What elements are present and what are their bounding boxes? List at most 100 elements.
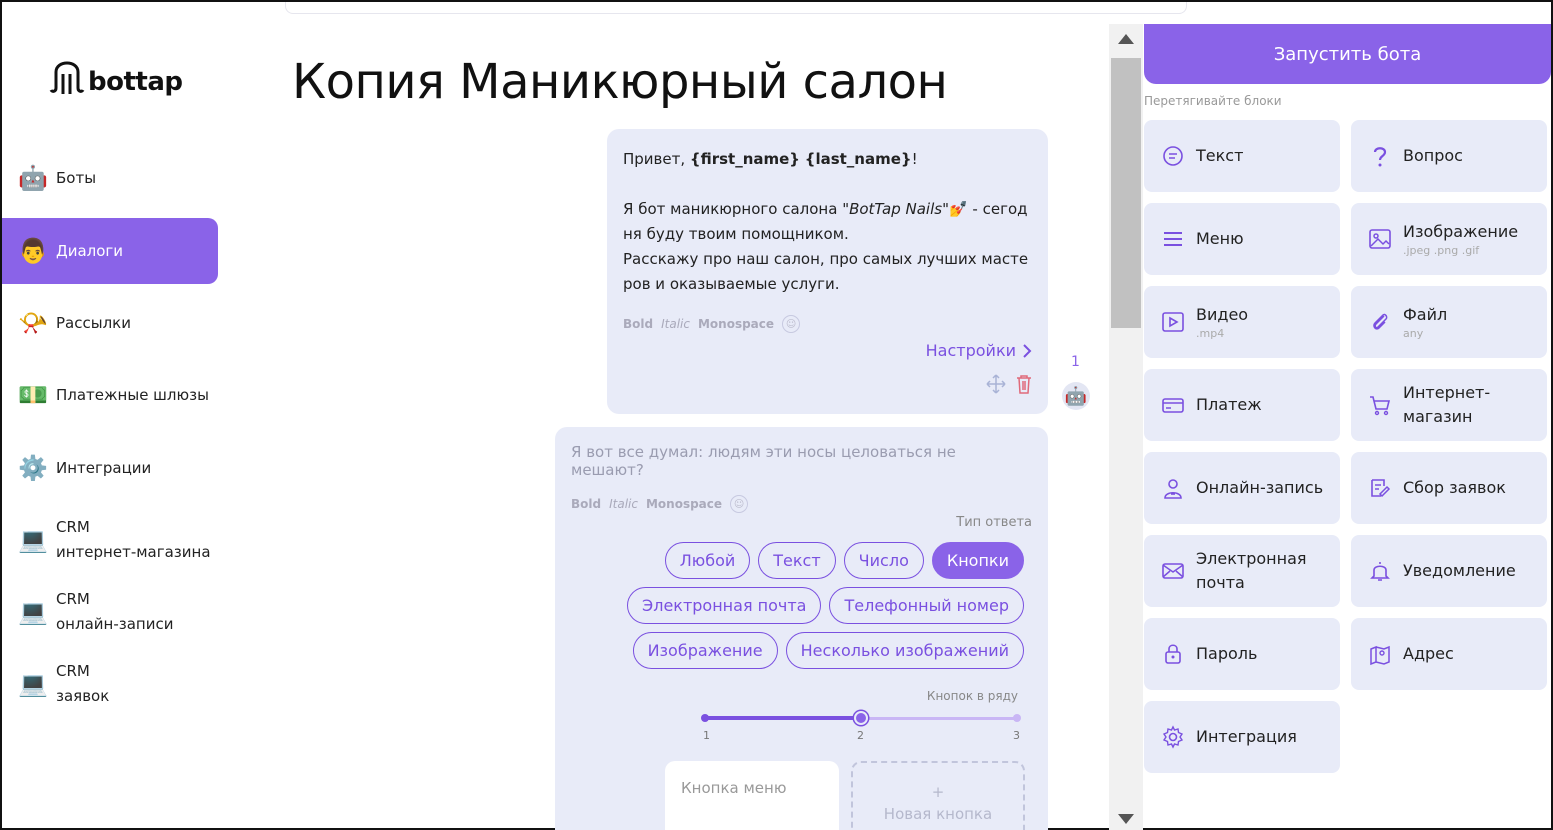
scroll-thumb[interactable] — [1111, 58, 1141, 328]
emoji-picker-icon[interactable]: ☺ — [782, 315, 801, 333]
chat-icon — [1160, 143, 1186, 169]
vertical-scrollbar[interactable] — [1109, 24, 1143, 830]
sidebar-item-integrations[interactable]: ⚙️ Интеграции — [2, 452, 218, 484]
block-requests[interactable]: Сбор заявок — [1351, 452, 1547, 524]
chip-buttons[interactable]: Кнопки — [931, 542, 1024, 579]
sidebar-item-crm-booking[interactable]: 💻 CRM онлайн-записи — [2, 587, 218, 637]
person-icon: 👨 — [18, 237, 48, 265]
chip-any[interactable]: Любой — [664, 542, 751, 579]
block-menu[interactable]: Меню — [1144, 203, 1340, 275]
format-toolbar: Bold Italic Monospace ☺ — [571, 495, 1032, 513]
slider-tick-2: 2 — [857, 729, 864, 742]
sidebar-item-sublabel: онлайн-записи — [56, 615, 174, 633]
block-integration[interactable]: Интеграция — [1144, 701, 1340, 773]
message-block-question[interactable]: Я вот все думал: людям эти носы целовать… — [555, 427, 1048, 830]
block-shop[interactable]: Интернет- магазин — [1351, 369, 1547, 441]
block-label: Онлайн-запись — [1196, 478, 1324, 497]
block-online-booking[interactable]: Онлайн-запись — [1144, 452, 1340, 524]
monospace-button[interactable]: Monospace — [646, 497, 722, 511]
block-label: Видео — [1196, 305, 1249, 324]
menu-button-card[interactable]: Кнопка меню — [665, 761, 839, 830]
scroll-up-arrow-icon[interactable] — [1118, 34, 1134, 44]
block-sublabel: .jpeg .png .gif — [1403, 244, 1480, 257]
chip-text[interactable]: Текст — [758, 542, 836, 579]
sidebar-item-crm-requests[interactable]: 💻 CRM заявок — [2, 659, 218, 709]
chip-phone[interactable]: Телефонный номер — [829, 587, 1024, 624]
block-file[interactable]: Файл any — [1351, 286, 1547, 358]
block-label-line2: почта — [1196, 573, 1245, 592]
salon-name: "BotTap Nails" — [842, 200, 949, 218]
block-label-line1: Электронная — [1196, 549, 1307, 568]
bold-button[interactable]: Bold — [571, 497, 601, 511]
block-label: Платеж — [1196, 395, 1262, 414]
money-icon: 💵 — [18, 381, 48, 409]
block-image[interactable]: Изображение .jpeg .png .gif — [1351, 203, 1547, 275]
scroll-down-arrow-icon[interactable] — [1118, 814, 1134, 824]
block-label: Адрес — [1403, 644, 1454, 663]
new-button-label: Новая кнопка — [883, 805, 993, 823]
format-toolbar: Bold Italic Monospace ☺ — [623, 315, 1032, 333]
var-first-name: {first_name} — [689, 150, 800, 168]
message-block-text[interactable]: Привет, {first_name} {last_name}! Я бот … — [607, 129, 1048, 414]
block-label-line2: магазин — [1403, 407, 1473, 426]
buttons-per-row-slider[interactable] — [701, 711, 1021, 725]
var-last-name: {last_name} — [804, 150, 912, 168]
italic-button[interactable]: Italic — [661, 317, 690, 331]
sidebar-item-label: CRM — [56, 662, 90, 680]
monospace-button[interactable]: Monospace — [698, 317, 774, 331]
settings-link[interactable]: Настройки — [926, 341, 1032, 360]
menu-button-input[interactable]: Кнопка меню — [681, 779, 786, 797]
sidebar-item-dialogs[interactable]: 👨 Диалоги — [2, 218, 218, 284]
block-video[interactable]: Видео .mp4 — [1144, 286, 1340, 358]
trash-icon[interactable] — [1014, 374, 1034, 394]
sidebar-item-label: CRM — [56, 518, 90, 536]
chevron-right-icon — [1023, 343, 1032, 358]
block-password[interactable]: Пароль — [1144, 618, 1340, 690]
new-button-card[interactable]: + Новая кнопка — [851, 761, 1025, 830]
move-icon[interactable] — [986, 374, 1006, 394]
block-notification[interactable]: Уведомление — [1351, 535, 1547, 607]
italic-button[interactable]: Italic — [609, 497, 638, 511]
slider-dot-3 — [1013, 714, 1021, 722]
block-text[interactable]: Текст — [1144, 120, 1340, 192]
page-title: Копия Маникюрный салон — [292, 54, 948, 110]
chip-email[interactable]: Электронная почта — [627, 587, 822, 624]
video-icon — [1160, 309, 1186, 335]
question-text[interactable]: Я вот все думал: людям эти носы целовать… — [571, 443, 1032, 479]
slider-tick-3: 3 — [1013, 729, 1020, 742]
sidebar-item-label: Боты — [56, 168, 97, 187]
block-question[interactable]: Вопрос — [1351, 120, 1547, 192]
launch-bot-button[interactable]: Запустить бота — [1144, 24, 1551, 84]
block-email[interactable]: Электронная почта — [1144, 535, 1340, 607]
sidebar-item-label: Рассылки — [56, 313, 131, 332]
emoji-picker-icon[interactable]: ☺ — [730, 495, 749, 513]
sidebar-item-bots[interactable]: 🤖 Боты — [2, 162, 218, 194]
message-text[interactable]: Привет, {first_name} {last_name}! Я бот … — [623, 147, 1032, 297]
block-label: Интеграция — [1196, 727, 1297, 746]
map-pin-icon — [1367, 641, 1393, 667]
bot-avatar-icon: 🤖 — [1062, 382, 1090, 410]
gear-icon: ⚙️ — [18, 454, 48, 482]
nail-polish-icon: 💅 — [948, 200, 968, 218]
sidebar-item-crm-shop[interactable]: 💻 CRM интернет-магазина — [2, 515, 218, 565]
block-label: Пароль — [1196, 644, 1258, 663]
sidebar-item-payment-gateways[interactable]: 💵 Платежные шлюзы — [2, 379, 218, 411]
slider-thumb[interactable] — [854, 711, 868, 725]
block-label: Текст — [1196, 146, 1244, 165]
block-label: Вопрос — [1403, 146, 1463, 165]
chip-number[interactable]: Число — [843, 542, 924, 579]
step-number: 1 — [1071, 354, 1080, 370]
chip-multiple-images[interactable]: Несколько изображений — [785, 632, 1024, 669]
block-label: Меню — [1196, 229, 1244, 248]
slider-tick-1: 1 — [703, 729, 710, 742]
block-payment[interactable]: Платеж — [1144, 369, 1340, 441]
block-label: Файл — [1403, 305, 1448, 324]
chip-image[interactable]: Изображение — [632, 632, 778, 669]
sidebar-item-mailings[interactable]: 📯 Рассылки — [2, 307, 218, 339]
bold-button[interactable]: Bold — [623, 317, 653, 331]
bottap-logo[interactable]: bottap — [48, 54, 183, 98]
octopus-logo-icon — [49, 61, 85, 94]
buttons-per-row-label: Кнопок в ряду — [926, 689, 1018, 703]
block-address[interactable]: Адрес — [1351, 618, 1547, 690]
logo-text: bottap — [88, 67, 183, 97]
